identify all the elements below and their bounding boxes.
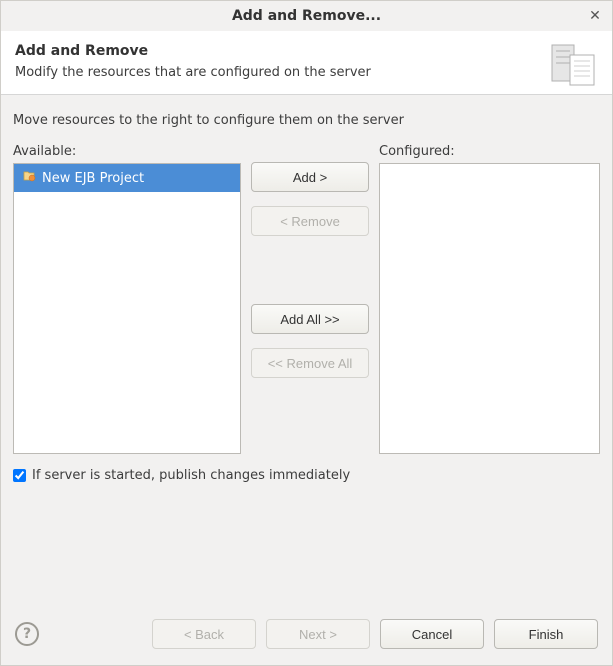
content-area: Move resources to the right to configure… [1,95,612,602]
instruction-text: Move resources to the right to configure… [13,113,600,128]
publish-checkbox-label: If server is started, publish changes im… [32,468,350,483]
configured-column: Configured: [379,144,600,454]
available-listbox[interactable]: New EJB Project [13,163,241,454]
window-title: Add and Remove... [232,8,381,24]
next-button: Next > [266,619,370,649]
available-column: Available: New EJB Project [13,144,241,454]
cancel-button[interactable]: Cancel [380,619,484,649]
publish-checkbox[interactable] [13,469,26,482]
available-label: Available: [13,144,241,159]
add-all-button[interactable]: Add All >> [251,304,369,334]
transfer-columns: Available: New EJB Project Add > [13,144,600,454]
server-document-icon [548,41,600,93]
finish-button[interactable]: Finish [494,619,598,649]
add-button[interactable]: Add > [251,162,369,192]
publish-checkbox-row[interactable]: If server is started, publish changes im… [13,468,600,483]
list-item[interactable]: New EJB Project [14,164,240,192]
banner-heading: Add and Remove [15,43,598,59]
banner-subtitle: Modify the resources that are configured… [15,65,598,80]
project-icon [22,169,36,187]
close-icon[interactable]: ✕ [586,7,604,25]
configured-listbox[interactable] [379,163,600,454]
back-button: < Back [152,619,256,649]
remove-all-button: << Remove All [251,348,369,378]
remove-button: < Remove [251,206,369,236]
configured-label: Configured: [379,144,600,159]
banner: Add and Remove Modify the resources that… [1,31,612,95]
help-icon[interactable]: ? [15,622,39,646]
titlebar: Add and Remove... ✕ [1,1,612,31]
transfer-buttons: Add > < Remove Add All >> << Remove All [251,144,369,454]
add-remove-dialog: Add and Remove... ✕ Add and Remove Modif… [0,0,613,666]
footer: ? < Back Next > Cancel Finish [1,602,612,665]
list-item-label: New EJB Project [42,171,144,186]
